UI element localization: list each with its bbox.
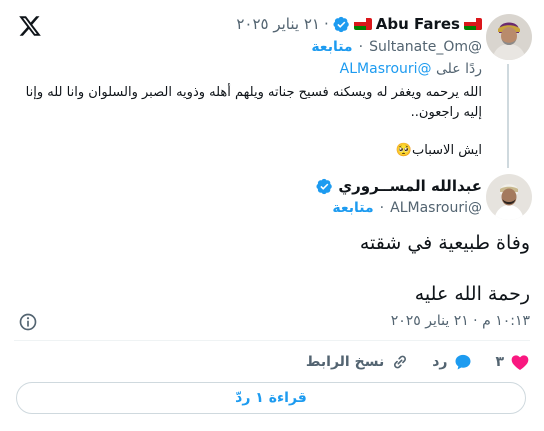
heart-icon <box>511 355 529 370</box>
parent-tweet-text: الله يرحمه ويغفر له ويسكنه فسيح جناته وي… <box>25 85 482 120</box>
thread-connector-line <box>507 64 509 168</box>
oman-flag-icon <box>464 18 482 30</box>
main-follow-button[interactable]: متابعة <box>332 200 373 216</box>
x-logo-icon[interactable] <box>18 14 42 38</box>
main-handle-row: @ALMasrouri · متابعة <box>332 200 482 216</box>
main-display-name[interactable]: عبدالله المســروري <box>338 177 482 195</box>
divider <box>14 340 530 341</box>
parent-display-name[interactable]: Abu Fares <box>376 15 460 33</box>
reply-label: رد <box>432 354 448 370</box>
parent-handle-row: @Sultanate_Om · متابعة <box>311 39 482 55</box>
replying-handle-link[interactable]: @ALMasrouri <box>340 61 432 77</box>
copy-link-button[interactable]: نسخ الرابط <box>306 352 410 372</box>
link-icon <box>394 355 407 369</box>
main-tweet-header: عبدالله المســروري <box>316 176 482 196</box>
like-button[interactable]: ٣ <box>495 352 530 372</box>
main-tweet-line-2: رحمة الله عليه <box>414 283 530 305</box>
embedded-tweet-card: Abu Fares · ٢١ يناير ٢٠٢٥ @Sultanate_Om … <box>0 0 544 431</box>
copy-link-label: نسخ الرابط <box>305 354 385 370</box>
main-tweet-timestamp[interactable]: ١٠:١٣ م · ٢١ يناير ٢٠٢٥ <box>391 313 530 329</box>
main-handle[interactable]: @ALMasrouri <box>390 200 482 216</box>
info-icon[interactable] <box>18 312 38 332</box>
parent-tweet-text-2: ايش الاسباب🥺 <box>396 143 482 158</box>
oman-flag-icon <box>353 18 372 30</box>
parent-question-text: ايش الاسباب <box>412 143 482 158</box>
parent-tweet-header: Abu Fares · ٢١ يناير ٢٠٢٥ <box>236 14 482 34</box>
parent-follow-button[interactable]: متابعة <box>311 39 352 55</box>
avatar-abu-fares[interactable] <box>486 14 532 60</box>
verified-badge-icon <box>316 178 333 194</box>
reply-button[interactable]: رد <box>432 352 473 372</box>
action-bar: ٣ رد نسخ الرابط <box>306 350 530 374</box>
avatar-abdullah-almasrouri[interactable] <box>486 174 532 220</box>
main-tweet-line-1: وفاة طبيعية في شقته <box>359 232 530 254</box>
read-replies-button[interactable]: قراءة ١ ردّ <box>16 382 526 414</box>
reply-bubble-icon <box>455 354 471 370</box>
like-count: ٣ <box>495 354 504 370</box>
pleading-face-emoji-icon: 🥺 <box>395 143 413 158</box>
replying-to-line: ردًا على @ALMasrouri <box>340 61 482 77</box>
verified-badge-icon <box>333 16 349 32</box>
replying-prefix: ردًا على <box>436 61 482 77</box>
parent-tweet-date[interactable]: ٢١ يناير ٢٠٢٥ <box>236 15 320 33</box>
parent-handle[interactable]: @Sultanate_Om <box>369 39 482 55</box>
